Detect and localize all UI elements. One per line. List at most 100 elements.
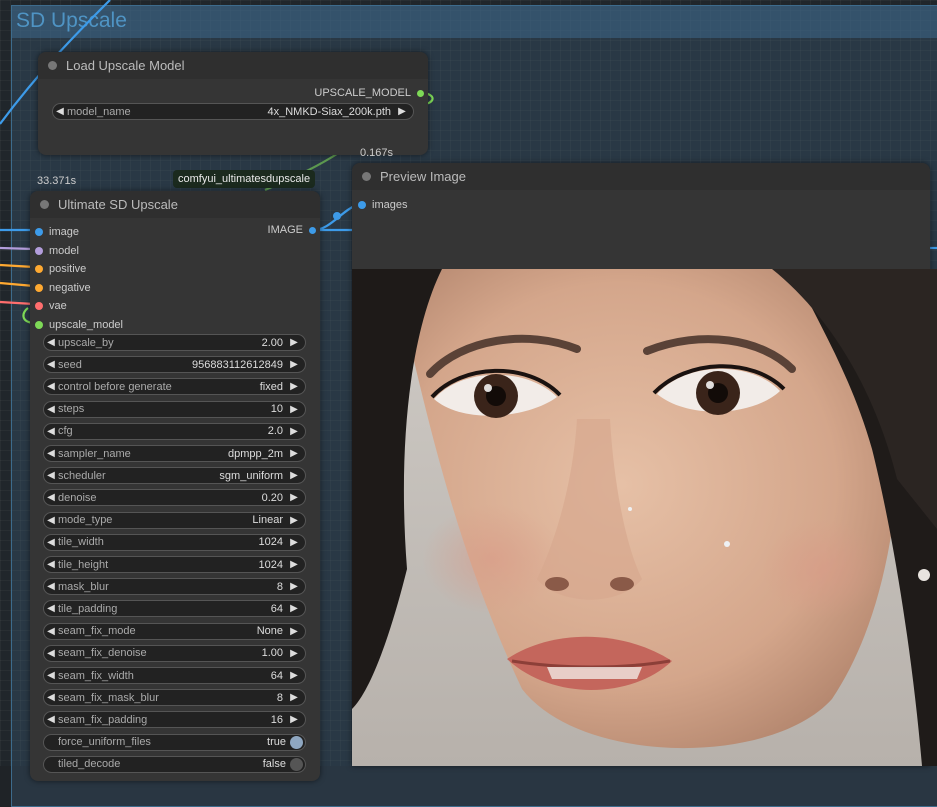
input-upscale-model[interactable]: upscale_model [35,319,123,331]
widget-denoise[interactable]: ◀ denoise 0.20 ▶ [43,489,306,507]
input-vae[interactable]: vae [35,300,67,312]
input-dot-icon[interactable] [35,321,43,329]
widget-label: seam_fix_padding [58,713,148,726]
input-dot-icon[interactable] [35,265,43,274]
widget-label: sampler_name [58,447,131,460]
widget-tile-width[interactable]: ◀ tile_width 1024 ▶ [43,533,306,551]
increment-arrow-icon[interactable]: ▶ [287,648,301,659]
widget-seam-fix-mode[interactable]: ◀ seam_fix_mode None ▶ [43,622,306,640]
increment-arrow-icon[interactable]: ▶ [287,492,301,503]
increment-arrow-icon[interactable]: ▶ [287,381,301,392]
input-positive[interactable]: positive [35,263,86,275]
decrement-arrow-icon[interactable]: ◀ [44,492,58,503]
input-label: positive [49,263,87,276]
widget-tile-padding[interactable]: ◀ tile_padding 64 ▶ [43,600,306,618]
decrement-arrow-icon[interactable]: ◀ [44,337,58,348]
input-negative[interactable]: negative [35,282,91,294]
widget-scheduler[interactable]: ◀ scheduler sgm_uniform ▶ [43,467,306,485]
node-header[interactable]: Preview Image [352,163,930,190]
decrement-arrow-icon[interactable]: ◀ [44,404,58,415]
input-dot-icon[interactable] [358,201,366,209]
decrement-arrow-icon[interactable]: ◀ [44,359,58,370]
link-in-model [0,246,35,251]
collapse-dot-icon[interactable] [40,200,49,209]
toggle-knob-icon[interactable] [290,735,303,749]
increment-arrow-icon[interactable]: ▶ [287,426,301,437]
output-dot-icon[interactable] [309,226,316,234]
decrement-arrow-icon[interactable]: ◀ [44,648,58,659]
toggle-force-uniform-files[interactable]: force_uniform_files true [43,733,306,751]
decrement-arrow-icon[interactable]: ◀ [44,426,58,437]
decrement-arrow-icon[interactable]: ◀ [44,537,58,548]
increment-arrow-icon[interactable]: ▶ [287,603,301,614]
output-upscale-model[interactable]: UPSCALE_MODEL [314,87,424,99]
decrement-arrow-icon[interactable]: ◀ [44,692,58,703]
widget-value: None [256,625,283,638]
execution-time-load: 0.167s [360,147,394,159]
widget-seam-fix-denoise[interactable]: ◀ seam_fix_denoise 1.00 ▶ [43,644,306,662]
input-images[interactable]: images [358,199,407,211]
widget-tile-height[interactable]: ◀ tile_height 1024 ▶ [43,556,306,573]
decrement-arrow-icon[interactable]: ◀ [44,515,58,526]
ultimate-sd-upscale-node[interactable]: Ultimate SD Upscale IMAGE image model posi… [30,191,320,781]
widget-seam-fix-mask-blur[interactable]: ◀ seam_fix_mask_blur 8 ▶ [43,689,306,707]
load-upscale-model-node[interactable]: Load Upscale Model UPSCALE_MODEL ◀ model… [38,52,428,155]
widget-seam-fix-padding[interactable]: ◀ seam_fix_padding 16 ▶ [43,711,306,729]
toggle-knob-icon[interactable] [290,757,303,771]
widget-cfg[interactable]: ◀ cfg 2.0 ▶ [43,422,306,440]
node-header[interactable]: Load Upscale Model [38,52,428,79]
increment-arrow-icon[interactable]: ▶ [287,537,301,548]
widget-control-before-generate[interactable]: ◀ control before generate fixed ▶ [43,378,306,396]
input-image[interactable]: image [35,226,79,238]
widget-label: seam_fix_mode [58,625,136,638]
input-model[interactable]: model [35,245,79,257]
decrement-arrow-icon[interactable]: ◀ [44,381,58,392]
decrement-arrow-icon[interactable]: ◀ [44,448,58,459]
input-dot-icon[interactable] [35,283,43,292]
increment-arrow-icon[interactable]: ▶ [287,692,301,703]
decrement-arrow-icon[interactable]: ◀ [44,670,58,681]
decrement-arrow-icon[interactable]: ◀ [44,603,58,614]
decrement-arrow-icon[interactable]: ◀ [44,714,58,725]
widget-label: seam_fix_width [58,669,134,682]
widget-steps[interactable]: ◀ steps 10 ▶ [43,400,306,418]
increment-arrow-icon[interactable]: ▶ [287,559,301,570]
increment-arrow-icon[interactable]: ▶ [287,470,301,481]
node-title: Preview Image [380,169,466,184]
input-label: vae [49,300,67,313]
widget-mask-blur[interactable]: ◀ mask_blur 8 ▶ [43,578,306,596]
increment-arrow-icon[interactable]: ▶ [287,714,301,725]
output-dot-icon[interactable] [417,89,424,97]
increment-arrow-icon[interactable]: ▶ [287,404,301,415]
widget-seam-fix-width[interactable]: ◀ seam_fix_width 64 ▶ [43,667,306,684]
collapse-dot-icon[interactable] [362,172,371,181]
model-name-combo[interactable]: ◀ model_name 4x_NMKD-Siax_200k.pth ▶ [52,103,414,120]
combo-left-arrow-icon[interactable]: ◀ [53,106,67,117]
increment-arrow-icon[interactable]: ▶ [287,448,301,459]
input-dot-icon[interactable] [35,228,43,236]
widget-label: scheduler [58,469,106,482]
widget-label: seed [58,358,82,371]
decrement-arrow-icon[interactable]: ◀ [44,470,58,481]
increment-arrow-icon[interactable]: ▶ [287,670,301,681]
toggle-label: force_uniform_files [58,736,151,749]
increment-arrow-icon[interactable]: ▶ [287,337,301,348]
widget-upscale-by[interactable]: ◀ upscale_by 2.00 ▶ [43,334,306,351]
increment-arrow-icon[interactable]: ▶ [287,515,301,526]
widget-sampler-name[interactable]: ◀ sampler_name dpmpp_2m ▶ [43,445,306,462]
input-dot-icon[interactable] [35,246,43,255]
decrement-arrow-icon[interactable]: ◀ [44,581,58,592]
output-image[interactable]: IMAGE [268,224,316,236]
input-dot-icon[interactable] [35,302,43,311]
collapse-dot-icon[interactable] [48,61,57,70]
increment-arrow-icon[interactable]: ▶ [287,581,301,592]
node-header[interactable]: Ultimate SD Upscale [30,191,320,218]
toggle-tiled-decode[interactable]: tiled_decode false [43,755,306,773]
combo-right-arrow-icon[interactable]: ▶ [395,106,409,117]
widget-mode-type[interactable]: ◀ mode_type Linear ▶ [43,511,306,529]
decrement-arrow-icon[interactable]: ◀ [44,559,58,570]
increment-arrow-icon[interactable]: ▶ [287,626,301,637]
decrement-arrow-icon[interactable]: ◀ [44,626,58,637]
widget-seed[interactable]: ◀ seed 956883112612849 ▶ [43,356,306,374]
increment-arrow-icon[interactable]: ▶ [287,359,301,370]
